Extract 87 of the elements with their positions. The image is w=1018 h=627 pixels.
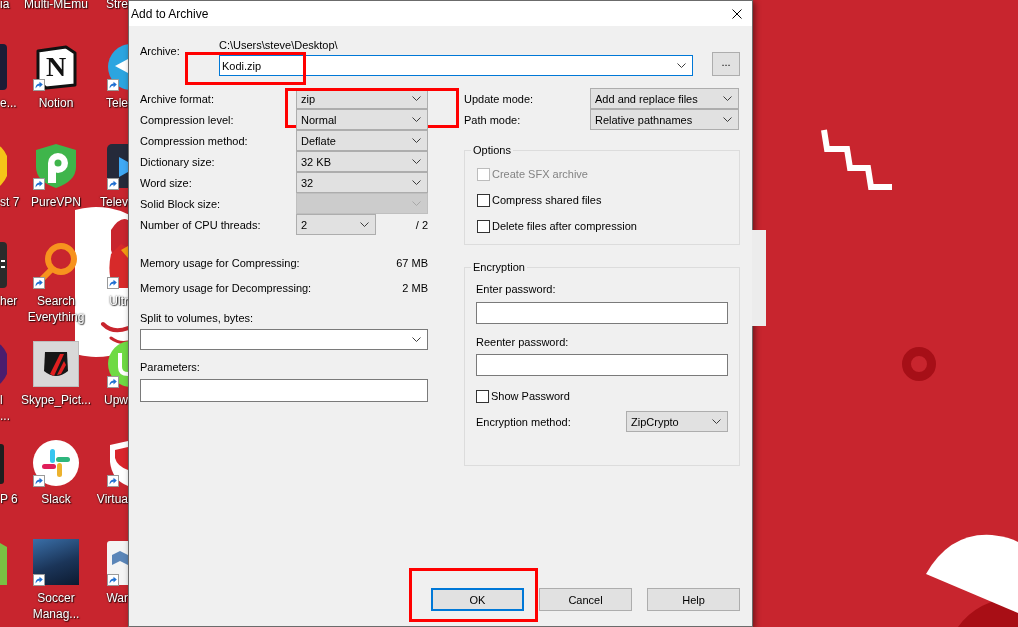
dropdown[interactable]: Add and replace files bbox=[590, 88, 739, 109]
desktop-icon-label[interactable]: Stre bbox=[106, 0, 128, 12]
field-label: Number of CPU threads: bbox=[140, 217, 261, 232]
checkbox-label[interactable]: Show Password bbox=[491, 389, 570, 403]
combo-field[interactable]: Kodi.zip bbox=[219, 55, 693, 76]
parameters-field[interactable] bbox=[140, 379, 428, 402]
desktop-icon-label[interactable]: her bbox=[0, 293, 18, 309]
desktop-icon-label[interactable]: Notion bbox=[38, 95, 74, 111]
field-label: Compression level: bbox=[140, 112, 234, 127]
field-label: Memory usage for Decompressing: bbox=[140, 281, 312, 295]
field-label: Enter password: bbox=[476, 282, 556, 296]
field-label: Split to volumes, bytes: bbox=[140, 311, 254, 325]
field-label: Encryption method: bbox=[476, 414, 571, 429]
desktop-icon-label[interactable]: P 6 bbox=[0, 491, 18, 507]
chevron-down-icon bbox=[723, 117, 732, 122]
cancel-button[interactable]: Cancel bbox=[539, 588, 632, 611]
crest-thumbnail-icon[interactable] bbox=[33, 341, 79, 387]
desktop-icon-label[interactable]: Ultr bbox=[109, 293, 128, 309]
checkbox[interactable] bbox=[477, 219, 490, 233]
desktop-icon-label[interactable]: Virtua bbox=[96, 491, 128, 507]
group-title: Encryption bbox=[472, 260, 526, 274]
chevron-down-icon bbox=[412, 117, 421, 122]
chevron-down-icon bbox=[677, 63, 686, 68]
checkbox-label[interactable]: Delete files after compression bbox=[492, 219, 637, 233]
chevron-down-icon bbox=[412, 96, 421, 101]
dropdown[interactable]: Deflate bbox=[296, 130, 428, 151]
shield-icon[interactable] bbox=[33, 143, 79, 189]
desktop-icon-label[interactable]: l ... bbox=[0, 392, 10, 424]
field-label: Path mode: bbox=[464, 112, 521, 127]
dropdown[interactable]: ZipCrypto bbox=[626, 411, 728, 432]
folder-path: C:\Users\steve\Desktop\ bbox=[219, 38, 338, 52]
chevron-down-icon bbox=[412, 337, 421, 342]
checkbox-label[interactable]: Compress shared files bbox=[492, 193, 602, 207]
hash-logo-icon[interactable] bbox=[33, 440, 79, 486]
dropdown[interactable]: 2 bbox=[296, 214, 376, 235]
photo-placeholder[interactable] bbox=[33, 539, 79, 585]
field-label: Update mode: bbox=[464, 91, 534, 106]
desktop-icon-label[interactable]: Tele bbox=[106, 95, 128, 111]
group-title: Options bbox=[472, 143, 512, 157]
field-label: Reenter password: bbox=[476, 335, 569, 349]
wallpaper-zigzag bbox=[821, 129, 892, 190]
field-label: Dictionary size: bbox=[140, 154, 215, 169]
partial-app-icon[interactable] bbox=[0, 242, 7, 288]
dropdown[interactable]: 32 KB bbox=[296, 151, 428, 172]
chevron-down-icon bbox=[360, 222, 369, 227]
password-field[interactable] bbox=[476, 302, 728, 324]
dropdown[interactable]: 32 bbox=[296, 172, 428, 193]
password-field[interactable] bbox=[476, 354, 728, 376]
window-title: Add to Archive bbox=[131, 6, 209, 21]
chevron-down-icon bbox=[412, 138, 421, 143]
dropdown[interactable]: Normal bbox=[296, 109, 428, 130]
chevron-down-icon bbox=[723, 96, 732, 101]
desktop-icon-label[interactable]: Skype_Pict... bbox=[21, 392, 91, 408]
desktop-icon-label[interactable]: Multi-MEmu bbox=[24, 0, 88, 12]
logo-letter: N bbox=[46, 52, 67, 82]
field-label: Compression method: bbox=[140, 133, 248, 148]
desktop-icon-label[interactable]: War bbox=[106, 590, 128, 606]
combo-field[interactable] bbox=[140, 329, 428, 350]
desktop-icon-label[interactable]: ia bbox=[0, 0, 10, 12]
memory-value: 67 MB bbox=[396, 256, 428, 270]
thread-count-max: / 2 bbox=[415, 217, 428, 232]
field-label: Word size: bbox=[140, 175, 192, 190]
close-icon bbox=[732, 8, 742, 19]
memory-value: 2 MB bbox=[402, 281, 428, 295]
field-label: Archive: bbox=[140, 44, 180, 58]
desktop-icon-label[interactable]: Telev bbox=[100, 194, 128, 210]
browse-button[interactable]: ... bbox=[712, 52, 740, 76]
dropdown[interactable]: Relative pathnames bbox=[590, 109, 739, 130]
field-label: Solid Block size: bbox=[140, 196, 221, 211]
field-label: Memory usage for Compressing: bbox=[140, 256, 300, 270]
checkbox[interactable] bbox=[476, 389, 489, 403]
desktop-icon-label[interactable]: Upw bbox=[104, 392, 128, 408]
ok-button[interactable]: OK bbox=[431, 588, 524, 611]
chevron-down-icon bbox=[412, 180, 421, 185]
desktop-icon-label[interactable]: st 7 bbox=[0, 194, 20, 210]
desktop-icon-label[interactable]: Slack bbox=[41, 491, 71, 507]
desktop-icon-label[interactable]: Soccer Manag... bbox=[18, 590, 94, 622]
help-button[interactable]: Help bbox=[647, 588, 740, 611]
checkbox[interactable] bbox=[477, 193, 490, 207]
wallpaper-ring bbox=[902, 347, 936, 381]
desktop-icon-label[interactable]: e... bbox=[0, 95, 17, 111]
chevron-down-icon bbox=[712, 419, 721, 424]
chevron-down-icon bbox=[412, 159, 421, 164]
desktop-icon-label[interactable]: PureVPN bbox=[31, 194, 81, 210]
field-label: Parameters: bbox=[140, 360, 200, 374]
field-label: Archive format: bbox=[140, 91, 214, 106]
chevron-down-icon bbox=[412, 201, 421, 206]
